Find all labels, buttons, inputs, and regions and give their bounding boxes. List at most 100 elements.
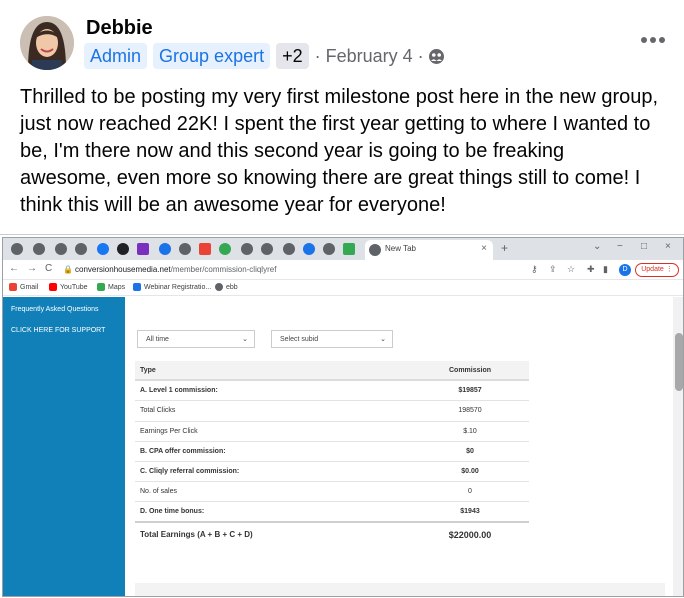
update-label: Update (641, 266, 664, 273)
badge-group-expert[interactable]: Group expert (153, 43, 271, 69)
tab-icon[interactable] (75, 243, 87, 255)
bookmarks-bar: Gmail YouTube Maps Webinar Registratio..… (3, 280, 683, 296)
url-path: /member/commission-cliqlyref (170, 265, 277, 274)
key-icon[interactable]: ⚷ (531, 264, 538, 275)
vertical-scrollbar[interactable] (673, 297, 683, 596)
gmail-tab-icon[interactable] (199, 243, 211, 255)
bookmark-star-icon[interactable]: ☆ (567, 264, 575, 275)
table-row: B. CPA offer commission: $0 (135, 442, 529, 462)
tab-icon[interactable] (179, 243, 191, 255)
author-name[interactable]: Debbie (86, 17, 153, 40)
sidebar-link-support[interactable]: CLICK HERE FOR SUPPORT (11, 327, 105, 334)
period-select-value: All time (146, 336, 169, 343)
lock-icon: 🔒 (63, 265, 73, 274)
row-type: D. One time bonus: (140, 508, 205, 516)
new-tab-button[interactable]: + (501, 241, 508, 255)
row-type: A. Level 1 commission: (140, 387, 218, 395)
globe-icon (215, 283, 223, 291)
profile-avatar[interactable]: D (619, 264, 631, 276)
attached-screenshot[interactable]: New Tab × + ⌄ − □ × ← → C 🔒 conversionho… (0, 234, 684, 598)
subid-select-value: Select subid (280, 336, 319, 343)
row-type: Earnings Per Click (140, 427, 198, 435)
more-options-icon[interactable] (640, 32, 666, 43)
row-value: 0 (468, 488, 472, 496)
bookmark-maps[interactable]: Maps (97, 283, 125, 291)
table-row: Total Clicks 198570 (135, 401, 529, 422)
url-host: conversionhousemedia.net (75, 265, 171, 274)
table-header: Type Commission (135, 361, 529, 382)
browser-window: New Tab × + ⌄ − □ × ← → C 🔒 conversionho… (2, 237, 684, 597)
tab-close-icon[interactable]: × (481, 243, 487, 254)
table-row: C. Cliqly referral commission: $0.00 (135, 462, 529, 483)
bookmark-webinar[interactable]: Webinar Registratio... (133, 283, 211, 291)
total-value: $22000.00 (448, 529, 492, 540)
bookmark-youtube[interactable]: YouTube (49, 283, 88, 291)
row-value: $0.00 (461, 467, 479, 475)
chrome-icon (369, 244, 381, 256)
post-date-wrap: · February 4 · (315, 46, 445, 67)
avatar[interactable] (20, 16, 74, 70)
facebook-tab-icon[interactable] (97, 243, 109, 255)
tab-icon[interactable] (117, 243, 129, 255)
sidebar: Frequently Asked Questions CLICK HERE FO… (3, 297, 125, 596)
bookmark-gmail[interactable]: Gmail (9, 283, 38, 291)
badge-more[interactable]: +2 (276, 43, 309, 69)
gmail-icon (9, 283, 17, 291)
tab-icon[interactable] (303, 243, 315, 255)
chevron-down-icon: ⌄ (242, 336, 248, 343)
total-row: Total Earnings (A + B + C + D) $22000.00 (135, 523, 529, 547)
table-row: Earnings Per Click $.10 (135, 422, 529, 442)
post-header: Debbie Admin Group expert +2 · February … (20, 14, 670, 72)
forward-icon[interactable]: → (27, 263, 37, 274)
tab-icon[interactable] (55, 243, 67, 255)
tab-search-icon[interactable]: ⌄ (593, 241, 601, 252)
tab-icon[interactable] (219, 243, 231, 255)
column-header-type: Type (140, 367, 156, 374)
reload-icon[interactable]: C (45, 263, 52, 274)
row-value: $.10 (463, 427, 477, 435)
bookmark-label: Webinar Registratio... (144, 283, 212, 291)
subid-select[interactable]: Select subid ⌄ (271, 330, 393, 348)
tab-icon[interactable] (137, 243, 149, 255)
tab-new-tab[interactable]: New Tab × (365, 240, 493, 260)
maps-icon (97, 283, 105, 291)
tab-icon[interactable] (323, 243, 335, 255)
row-type: B. CPA offer commission: (140, 447, 226, 455)
side-panel-icon[interactable]: ▮ (603, 264, 608, 275)
row-type: No. of sales (140, 488, 177, 496)
close-window-icon[interactable]: × (665, 241, 671, 252)
back-icon[interactable]: ← (9, 263, 19, 274)
row-value: $1943 (460, 508, 480, 516)
url-field[interactable]: conversionhousemedia.net/member/commissi… (75, 265, 276, 274)
share-icon[interactable]: ⇪ (549, 264, 557, 275)
tab-icon[interactable] (241, 243, 253, 255)
tab-icon[interactable] (343, 243, 355, 255)
update-button[interactable]: Update ⋮ (635, 263, 679, 277)
tab-icon[interactable] (33, 243, 45, 255)
sidebar-link-faq[interactable]: Frequently Asked Questions (11, 306, 99, 313)
period-select[interactable]: All time ⌄ (137, 330, 255, 348)
group-audience-icon (428, 48, 445, 65)
webinar-icon (133, 283, 141, 291)
row-type: C. Cliqly referral commission: (140, 467, 240, 475)
badge-admin[interactable]: Admin (84, 43, 148, 69)
row-type: Total Clicks (140, 407, 176, 415)
footer-panel (135, 583, 665, 596)
tab-icon[interactable] (261, 243, 273, 255)
post-date[interactable]: · February 4 · (315, 46, 424, 67)
extensions-icon[interactable]: ✚ (587, 264, 595, 275)
bookmark-ebb[interactable]: ebb (215, 283, 238, 291)
tab-icon[interactable] (159, 243, 171, 255)
tab-icon[interactable] (283, 243, 295, 255)
tab-icon[interactable] (11, 243, 23, 255)
column-header-commission: Commission (448, 367, 491, 374)
row-value: 198570 (458, 407, 482, 415)
minimize-icon[interactable]: − (617, 241, 623, 252)
bookmark-label: YouTube (60, 283, 88, 291)
post-text: Thrilled to be posting my very first mil… (20, 86, 659, 216)
tab-bar: New Tab × + ⌄ − □ × (3, 238, 683, 260)
tab-title: New Tab (385, 244, 416, 253)
maximize-icon[interactable]: □ (641, 241, 647, 252)
chevron-down-icon: ⌄ (380, 336, 386, 343)
scrollbar-thumb[interactable] (675, 333, 683, 391)
